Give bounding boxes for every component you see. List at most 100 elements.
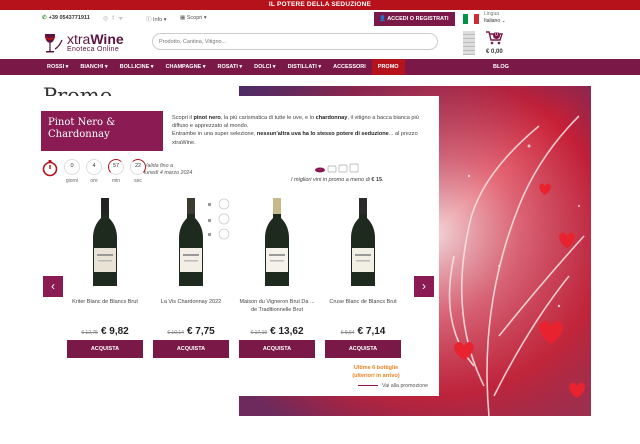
product-card[interactable]: Cruse Blanc de Blancs Brut € 9,64 € 7,14 AC… xyxy=(323,194,403,364)
logo-name-a: xtra xyxy=(67,31,91,47)
nav-item-5[interactable]: DOLCI ▾ xyxy=(248,59,281,75)
validity-note: Valida fino a lunedì 4 marzo 2024 xyxy=(144,163,214,177)
product-new-price: € 13,62 xyxy=(270,326,304,337)
product-card[interactable]: Maison du Vigneron Brut Da ... de Tradit… xyxy=(237,194,317,364)
wine-bottle-image[interactable] xyxy=(323,196,403,288)
countdown-timer: 0 giorni 4 ore 57 min 22 sec xyxy=(41,159,147,184)
grid-icon: ▦ xyxy=(180,15,187,21)
product-price: € 12,75 € 9,82 xyxy=(65,321,145,339)
logo-name-b: Wine xyxy=(90,31,124,47)
info-menu[interactable]: ⓘ Info ▾ xyxy=(146,15,167,23)
promo-banner[interactable]: IL POTERE DELLA SEDUZIONE xyxy=(0,0,640,10)
site-header: xtraWine Enoteca Online 0 € 0,00 xyxy=(0,28,640,59)
carousel-next-button[interactable]: › xyxy=(414,276,434,297)
promo-description: Scopri il pinot nero, la più carismatica… xyxy=(172,114,434,147)
desc-text-1: Scopri il xyxy=(172,115,194,121)
stopwatch-icon xyxy=(42,160,58,177)
product-new-price: € 7,75 xyxy=(186,326,215,337)
phone-contact[interactable]: ✆ +39 0543771911 xyxy=(42,15,90,21)
scopri-menu[interactable]: ▦ Scopri ▾ xyxy=(180,15,207,21)
phone-number: +39 0543771911 xyxy=(48,15,90,21)
timer-minutes-value: 57 xyxy=(108,159,124,175)
timer-minutes-label: min xyxy=(111,178,121,184)
info-label: Info ▾ xyxy=(153,17,167,23)
coins-icon xyxy=(315,163,359,173)
best-wines-note: I migliori vini in promo a meno di € 15. xyxy=(291,177,384,183)
timer-days-value: 0 xyxy=(64,159,80,175)
stock-line-1: Ultime 6 bottiglie xyxy=(353,365,399,371)
product-old-price: € 10,14 xyxy=(167,330,184,336)
product-name[interactable]: Kriter Blanc de Blancs Brut xyxy=(65,298,145,306)
chevron-down-icon: ⌄ xyxy=(501,18,506,24)
wine-glass-logo-icon[interactable] xyxy=(41,31,65,55)
language-title: Lingua xyxy=(484,11,500,17)
main-nav: ROSSI ▾ BIANCHI ▾ BOLLICINE ▾ CHAMPAGNE ▾ RO… xyxy=(0,59,640,75)
info-icon: ⓘ xyxy=(146,17,154,23)
product-old-price: € 9,64 xyxy=(340,330,355,336)
nav-item-3[interactable]: CHAMPAGNE ▾ xyxy=(160,59,212,75)
product-new-price: € 7,14 xyxy=(357,326,386,337)
timer-hours-value: 4 xyxy=(86,159,102,175)
cart-total[interactable]: € 0,00 xyxy=(486,49,503,55)
nav-item-4[interactable]: ROSATI ▾ xyxy=(212,59,249,75)
product-name[interactable]: Cruse Blanc de Blancs Brut xyxy=(323,298,403,306)
product-name[interactable]: Maison du Vigneron Brut Da ... de Tradit… xyxy=(237,298,317,314)
timer-hours-label: ore xyxy=(90,178,98,184)
product-new-price: € 9,82 xyxy=(100,326,129,337)
best-wines-text: I migliori vini in promo a meno di xyxy=(291,177,372,183)
stock-note: Ultime 6 bottiglie (ulteriori in arrivo) xyxy=(341,365,411,380)
utility-bar: ✆ +39 0543771911 ◎fᯤ ⓘ Info ▾ ▦ Scopri ▾ … xyxy=(0,10,640,28)
timer-hours: 4 ore xyxy=(85,159,103,184)
nav-item-1[interactable]: BIANCHI ▾ xyxy=(74,59,113,75)
timer-seconds-label: sec xyxy=(134,178,142,184)
nav-item-2[interactable]: BOLLICINE ▾ xyxy=(114,59,160,75)
product-price: € 17,10 € 13,62 xyxy=(237,321,317,339)
product-card[interactable]: La Vis Chardonnay 2022 € 10,14 € 7,75 ACQUI… xyxy=(151,194,231,364)
see-promotion-link[interactable]: Vai alla promozione xyxy=(358,383,428,389)
buy-button[interactable]: ACQUISTA xyxy=(325,340,401,358)
buy-button[interactable]: ACQUISTA xyxy=(239,340,315,358)
login-button[interactable]: 👤 ACCEDI O REGISTRATI xyxy=(374,12,455,26)
timer-days: 0 giorni xyxy=(63,159,81,184)
desc-bold-2: chardonnay xyxy=(315,115,348,121)
product-carousel: Kriter Blanc de Blancs Brut € 12,75 € 9,82… xyxy=(65,194,410,364)
search-input[interactable] xyxy=(152,33,438,50)
cart-count-badge: 0 xyxy=(493,32,500,39)
rss-icon[interactable]: ᯤ xyxy=(118,16,127,22)
desc-text-4: Entrambe in una super selezione, xyxy=(172,131,257,138)
scopri-label: Scopri ▾ xyxy=(186,15,207,21)
nav-item-7[interactable]: ACCESSORI xyxy=(327,59,372,75)
product-price: € 10,14 € 7,75 xyxy=(151,321,231,339)
wine-bottle-image[interactable] xyxy=(65,196,145,288)
compare-list-icon[interactable] xyxy=(463,31,475,55)
logo-text[interactable]: xtraWine xyxy=(67,32,124,46)
product-name[interactable]: La Vis Chardonnay 2022 xyxy=(151,298,231,306)
italy-flag-icon[interactable] xyxy=(463,14,479,24)
desc-text-2: , la più carismatica di tutte le uve, e … xyxy=(220,115,316,121)
validity-line-1: Valida fino a xyxy=(144,163,173,169)
nav-item-8[interactable]: PROMO xyxy=(371,59,405,75)
product-old-price: € 17,10 xyxy=(250,330,268,336)
timer-minutes: 57 min xyxy=(107,159,125,184)
see-promotion-label: Vai alla promozione xyxy=(382,383,429,389)
language-selector[interactable]: Lingua Italiano ⌄ xyxy=(484,11,506,25)
product-card[interactable]: Kriter Blanc de Blancs Brut € 12,75 € 9,82… xyxy=(65,194,145,364)
buy-button[interactable]: ACQUISTA xyxy=(153,340,229,358)
login-label: ACCEDI O REGISTRATI xyxy=(387,16,449,22)
nav-item-blog[interactable]: BLOG xyxy=(493,59,509,75)
language-value: Italiano xyxy=(484,18,501,24)
nav-item-0[interactable]: ROSSI ▾ xyxy=(41,59,74,75)
promo-label: Pinot Nero & Chardonnay xyxy=(41,111,163,151)
carousel-prev-button[interactable]: ‹ xyxy=(43,276,63,297)
buy-button[interactable]: ACQUISTA xyxy=(67,340,143,358)
desc-bold-1: pinot nero xyxy=(193,115,221,121)
timer-days-label: giorni xyxy=(65,178,79,184)
product-price: € 9,64 € 7,14 xyxy=(323,321,403,339)
social-icons: ◎fᯤ xyxy=(103,14,127,22)
wine-bottle-image[interactable] xyxy=(151,196,231,288)
nav-item-6[interactable]: DISTILLATI ▾ xyxy=(282,59,328,75)
desc-bold-3: nessun'altra uva ha lo stesso potere di … xyxy=(256,131,389,138)
instagram-icon[interactable]: ◎ xyxy=(103,16,112,22)
best-wines-end: . xyxy=(382,177,384,183)
wine-bottle-image[interactable] xyxy=(237,196,317,288)
